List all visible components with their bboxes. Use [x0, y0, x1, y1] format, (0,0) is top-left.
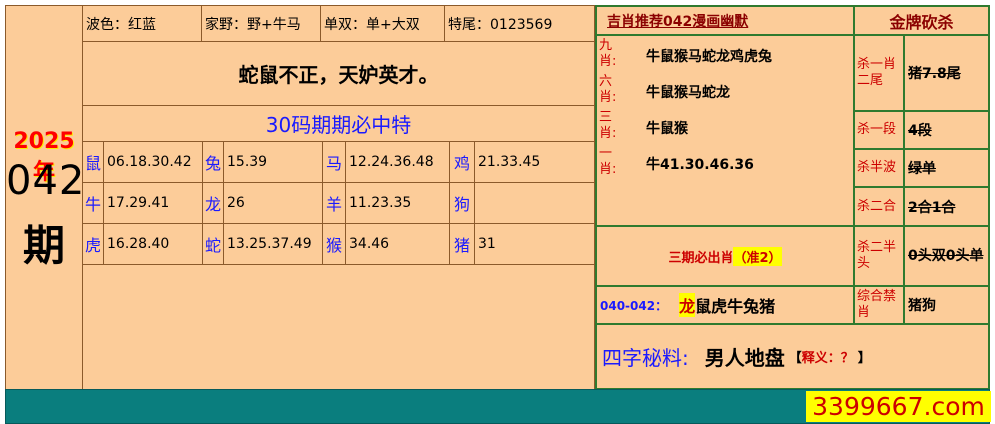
three-period-box: 三期必出肖 （准2）: [595, 225, 855, 287]
kill-value-half-head: 0头双0头单: [903, 225, 990, 287]
zodiac-label: 鸡: [449, 141, 475, 183]
zodiac-label: 蛇: [202, 223, 224, 265]
zodiac-numbers: 34.46: [345, 223, 450, 265]
history-hit: 龙: [679, 293, 696, 317]
zodiac-label: 龙: [202, 182, 224, 224]
odd-even-text: 单双：单+大双: [324, 16, 420, 33]
zodiac-numbers: 26: [223, 182, 323, 224]
rec-value-1: 牛41.30.46.36: [646, 157, 754, 173]
three-period-tag: （准2）: [733, 246, 782, 266]
rec-label-6: 六肖:: [599, 74, 617, 105]
zodiac-numbers: 17.29.41: [103, 182, 203, 224]
rec-label-9: 九肖:: [599, 38, 617, 69]
special-tail-text: 特尾：0123569: [448, 16, 553, 33]
poem-line: 蛇鼠不正，天妒英才。: [82, 41, 595, 106]
kill-value-segment-text: 4段: [908, 123, 932, 139]
kill-label-two-sum: 杀二合: [853, 186, 905, 227]
issue-panel: 2025年 042 期: [5, 5, 86, 390]
odd-even: 单双：单+大双: [320, 5, 445, 42]
zodiac-grid: 鼠 06.18.30.42 兔 15.39 马 12.24.36.48 鸡 21…: [82, 141, 595, 265]
issue-period: 期: [22, 221, 65, 270]
domestic-wild-text: 家野：野+牛马: [205, 16, 301, 33]
zodiac-label: 羊: [322, 182, 346, 224]
site-watermark[interactable]: 3399667.com: [806, 391, 991, 422]
zodiac-label: 猪: [449, 223, 475, 265]
history-label: 040-042：: [600, 298, 668, 313]
kill-value-zodiac-tail-text: 猪7.8尾: [908, 66, 961, 82]
kill-label-half-wave: 杀半波: [853, 148, 905, 188]
zodiac-numbers: 21.33.45: [474, 141, 595, 183]
four-char-note-label: 释义：: [801, 351, 841, 366]
issue-number: 042: [6, 158, 86, 204]
zodiac-label: 狗: [449, 182, 475, 224]
kill-label-segment: 杀一段: [853, 110, 905, 150]
kill-value-half-wave-text: 绿单: [908, 161, 936, 177]
zodiac-numbers: [474, 182, 595, 224]
rec-value-9: 牛鼠猴马蛇龙鸡虎兔: [646, 49, 772, 65]
rec-value-3: 牛鼠猴: [646, 121, 688, 137]
kill-label-half-head: 杀二半头: [853, 225, 905, 287]
kill-value-two-sum-text: 2合1合: [908, 199, 956, 216]
zodiac-label: 牛: [82, 182, 104, 224]
zodiac-numbers: 11.23.35: [345, 182, 450, 224]
zodiac-numbers: 15.39: [223, 141, 323, 183]
zodiac-numbers: 31: [474, 223, 595, 265]
history-rest: 鼠虎牛兔猪: [695, 297, 776, 316]
kill-value-banned: 猪狗: [903, 285, 990, 325]
four-char-row: 四字秘料: 男人地盘 【释义：？】: [595, 323, 990, 390]
kill-value-half-wave: 绿单: [903, 148, 990, 188]
special-tail: 特尾：0123569: [444, 5, 595, 42]
four-char-note-close: 】: [857, 351, 871, 366]
domestic-wild: 家野：野+牛马: [201, 5, 321, 42]
kill-value-banned-text: 猪狗: [908, 298, 936, 314]
banner-30-codes: 30码期期必中特: [82, 105, 595, 142]
poem-text: 蛇鼠不正，天妒英才。: [238, 63, 439, 87]
zodiac-label: 马: [322, 141, 346, 183]
zodiac-label: 兔: [202, 141, 224, 183]
zodiac-numbers: 06.18.30.42: [103, 141, 203, 183]
wave-color: 波色：红蓝: [82, 5, 202, 42]
four-char-value: 男人地盘: [704, 346, 785, 370]
zodiac-numbers: 13.25.37.49: [223, 223, 323, 265]
zodiac-label: 鼠: [82, 141, 104, 183]
golden-kill-title-text: 金牌砍杀: [889, 12, 954, 32]
kill-value-two-sum: 2合1合: [903, 186, 990, 227]
zodiac-numbers: 12.24.36.48: [345, 141, 450, 183]
zodiac-label: 虎: [82, 223, 104, 265]
history-row: 040-042： 龙鼠虎牛兔猪: [595, 285, 855, 325]
site-watermark-text[interactable]: 3399667.com: [812, 392, 985, 421]
kill-value-zodiac-tail: 猪7.8尾: [903, 34, 990, 112]
four-char-note-open: 【: [788, 351, 802, 366]
rec-value-6: 牛鼠猴马蛇龙: [646, 85, 730, 101]
recommend-title-text[interactable]: 吉肖推荐042漫画幽默: [607, 11, 748, 31]
four-char-label: 四字秘料:: [602, 346, 689, 370]
banner-text: 30码期期必中特: [265, 113, 412, 137]
rec-label-3: 三肖:: [599, 110, 617, 141]
golden-kill-title: 金牌砍杀: [853, 5, 990, 36]
zodiac-numbers: 16.28.40: [103, 223, 203, 265]
three-period-text: 三期必出肖: [668, 250, 734, 266]
kill-value-half-head-text: 0头双0头单: [908, 247, 984, 264]
rec-label-1: 一肖:: [599, 146, 617, 177]
zodiac-label: 猴: [322, 223, 346, 265]
four-char-note-value: ？: [840, 351, 854, 366]
kill-label-zodiac-tail: 杀一肖二尾: [853, 34, 905, 112]
recommend-title[interactable]: 吉肖推荐042漫画幽默: [595, 5, 855, 36]
wave-color-text: 波色：红蓝: [86, 16, 156, 33]
kill-label-banned: 综合禁肖: [853, 285, 905, 325]
kill-value-segment: 4段: [903, 110, 990, 150]
